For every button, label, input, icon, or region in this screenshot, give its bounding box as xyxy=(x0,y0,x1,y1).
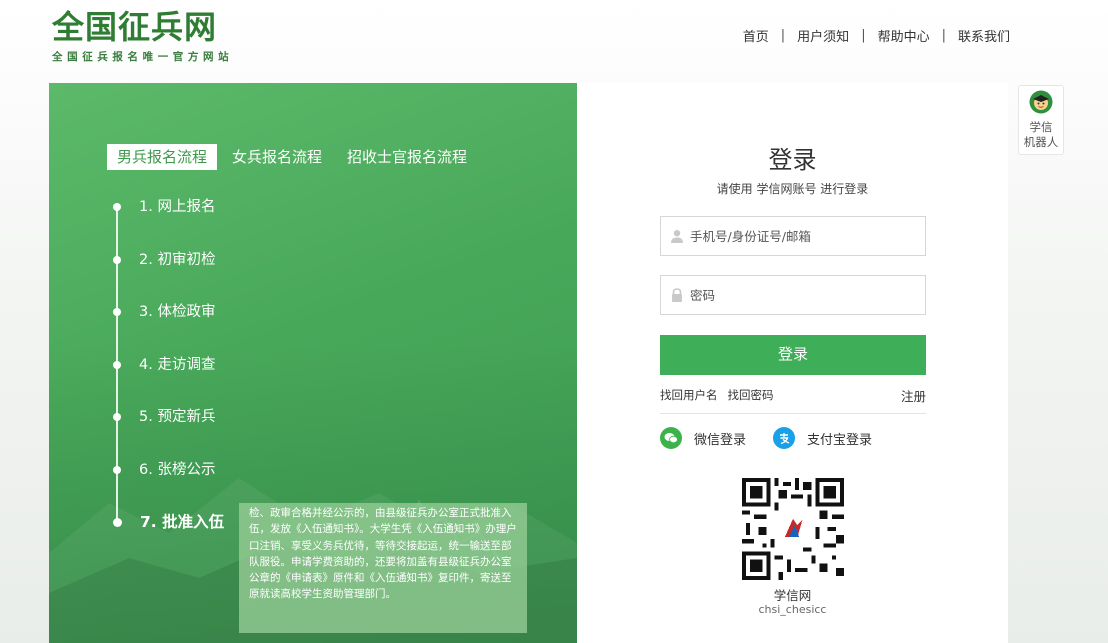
step-label: 6. 张榜公示 xyxy=(139,461,216,478)
qr-account-name: 学信网 xyxy=(773,588,812,603)
nav-separator: | xyxy=(780,28,786,43)
nav-help-center[interactable]: 帮助中心 xyxy=(878,26,930,45)
login-title: 登录 xyxy=(768,146,817,174)
alipay-icon xyxy=(773,427,795,449)
step-public-notice[interactable]: 6. 张榜公示 xyxy=(113,458,224,511)
robot-label-line1: 学信 xyxy=(1029,120,1053,134)
step-dot xyxy=(113,203,121,211)
login-panel: 登录 请使用 学信网账号 进行登录 登录 找回用户名找回密码 注册 微信登录 xyxy=(577,83,1008,643)
nav-separator: | xyxy=(861,28,866,43)
process-tabs: 男兵报名流程 女兵报名流程 招收士官报名流程 xyxy=(107,144,482,170)
process-panel: 男兵报名流程 女兵报名流程 招收士官报名流程 1. 网上报名 2. 初审初检 3… xyxy=(49,83,577,643)
step-dot xyxy=(113,308,121,316)
step-label: 2. 初审初检 xyxy=(139,251,216,268)
step-approve-enlistment[interactable]: 7. 批准入伍 xyxy=(113,510,224,563)
step-initial-review[interactable]: 2. 初审初检 xyxy=(113,248,224,301)
username-field[interactable] xyxy=(660,216,926,256)
step-dot xyxy=(113,413,121,421)
robot-label-line2: 机器人 xyxy=(1023,135,1059,149)
step-label: 5. 预定新兵 xyxy=(139,409,216,425)
alipay-login-label: 支付宝登录 xyxy=(807,432,873,448)
login-subtitle: 请使用 学信网账号 进行登录 xyxy=(716,182,869,196)
nav-home[interactable]: 首页 xyxy=(743,26,769,45)
wechat-login-button[interactable]: 微信登录 xyxy=(660,427,746,449)
nav-user-notice[interactable]: 用户须知 xyxy=(797,26,849,45)
step-dot xyxy=(113,518,122,527)
nav-contact-us[interactable]: 联系我们 xyxy=(958,26,1010,45)
tab-female-process[interactable]: 女兵报名流程 xyxy=(222,144,332,170)
assistant-robot-button[interactable]: 学信 机器人 xyxy=(1018,85,1064,155)
account-links: 找回用户名 找回密码 注册 xyxy=(660,386,926,405)
top-nav: 首页 | 用户须知 | 帮助中心 | 联系我们 xyxy=(743,26,1010,45)
step-online-registration[interactable]: 1. 网上报名 xyxy=(113,195,224,248)
qr-account-id: chsi_chesicc xyxy=(758,603,827,616)
robot-icon xyxy=(1029,90,1053,114)
qr-code xyxy=(742,478,844,580)
password-input[interactable] xyxy=(690,287,910,303)
step-preselect-recruit[interactable]: 5. 预定新兵 xyxy=(113,405,224,458)
login-button[interactable]: 登录 xyxy=(660,335,926,375)
step-dot xyxy=(113,360,121,369)
logo-subtitle: 全国征兵报名唯一官方网站 xyxy=(52,51,234,63)
nav-separator: | xyxy=(941,28,946,43)
lock-icon xyxy=(672,288,682,302)
tab-male-process[interactable]: 男兵报名流程 xyxy=(107,144,218,170)
find-username-link[interactable]: 找回用户名 xyxy=(660,388,718,402)
step-dot xyxy=(113,465,121,474)
username-input[interactable] xyxy=(690,228,910,244)
wechat-login-label: 微信登录 xyxy=(694,432,747,448)
divider xyxy=(660,413,926,414)
password-field[interactable] xyxy=(660,275,926,315)
step-home-visit[interactable]: 4. 走访调查 xyxy=(113,353,224,406)
step-label: 7. 批准入伍 xyxy=(140,513,225,531)
step-label: 1. 网上报名 xyxy=(139,199,216,215)
step-physical-political-review[interactable]: 3. 体检政审 xyxy=(113,300,224,353)
user-icon xyxy=(671,230,683,243)
tab-nco-process[interactable]: 招收士官报名流程 xyxy=(337,144,477,170)
alipay-login-button[interactable]: 支付宝登录 xyxy=(773,427,872,449)
step-dot xyxy=(113,255,121,264)
find-password-link[interactable]: 找回密码 xyxy=(728,388,774,402)
step-description-tooltip: 检、政审合格并经公示的，由县级征兵办公室正式批准入伍，发放《入伍通知书》。大学生… xyxy=(239,503,527,633)
register-link[interactable]: 注册 xyxy=(901,386,926,405)
wechat-icon xyxy=(660,427,682,449)
process-steps: 1. 网上报名 2. 初审初检 3. 体检政审 4. 走访调查 5. 预定新兵 … xyxy=(113,195,224,563)
site-logo[interactable]: 全国征兵网 全国征兵报名唯一官方网站 xyxy=(52,8,233,64)
logo-title: 全国征兵网 xyxy=(52,8,218,46)
step-label: 4. 走访调查 xyxy=(139,356,216,373)
step-label: 3. 体检政审 xyxy=(139,304,216,320)
